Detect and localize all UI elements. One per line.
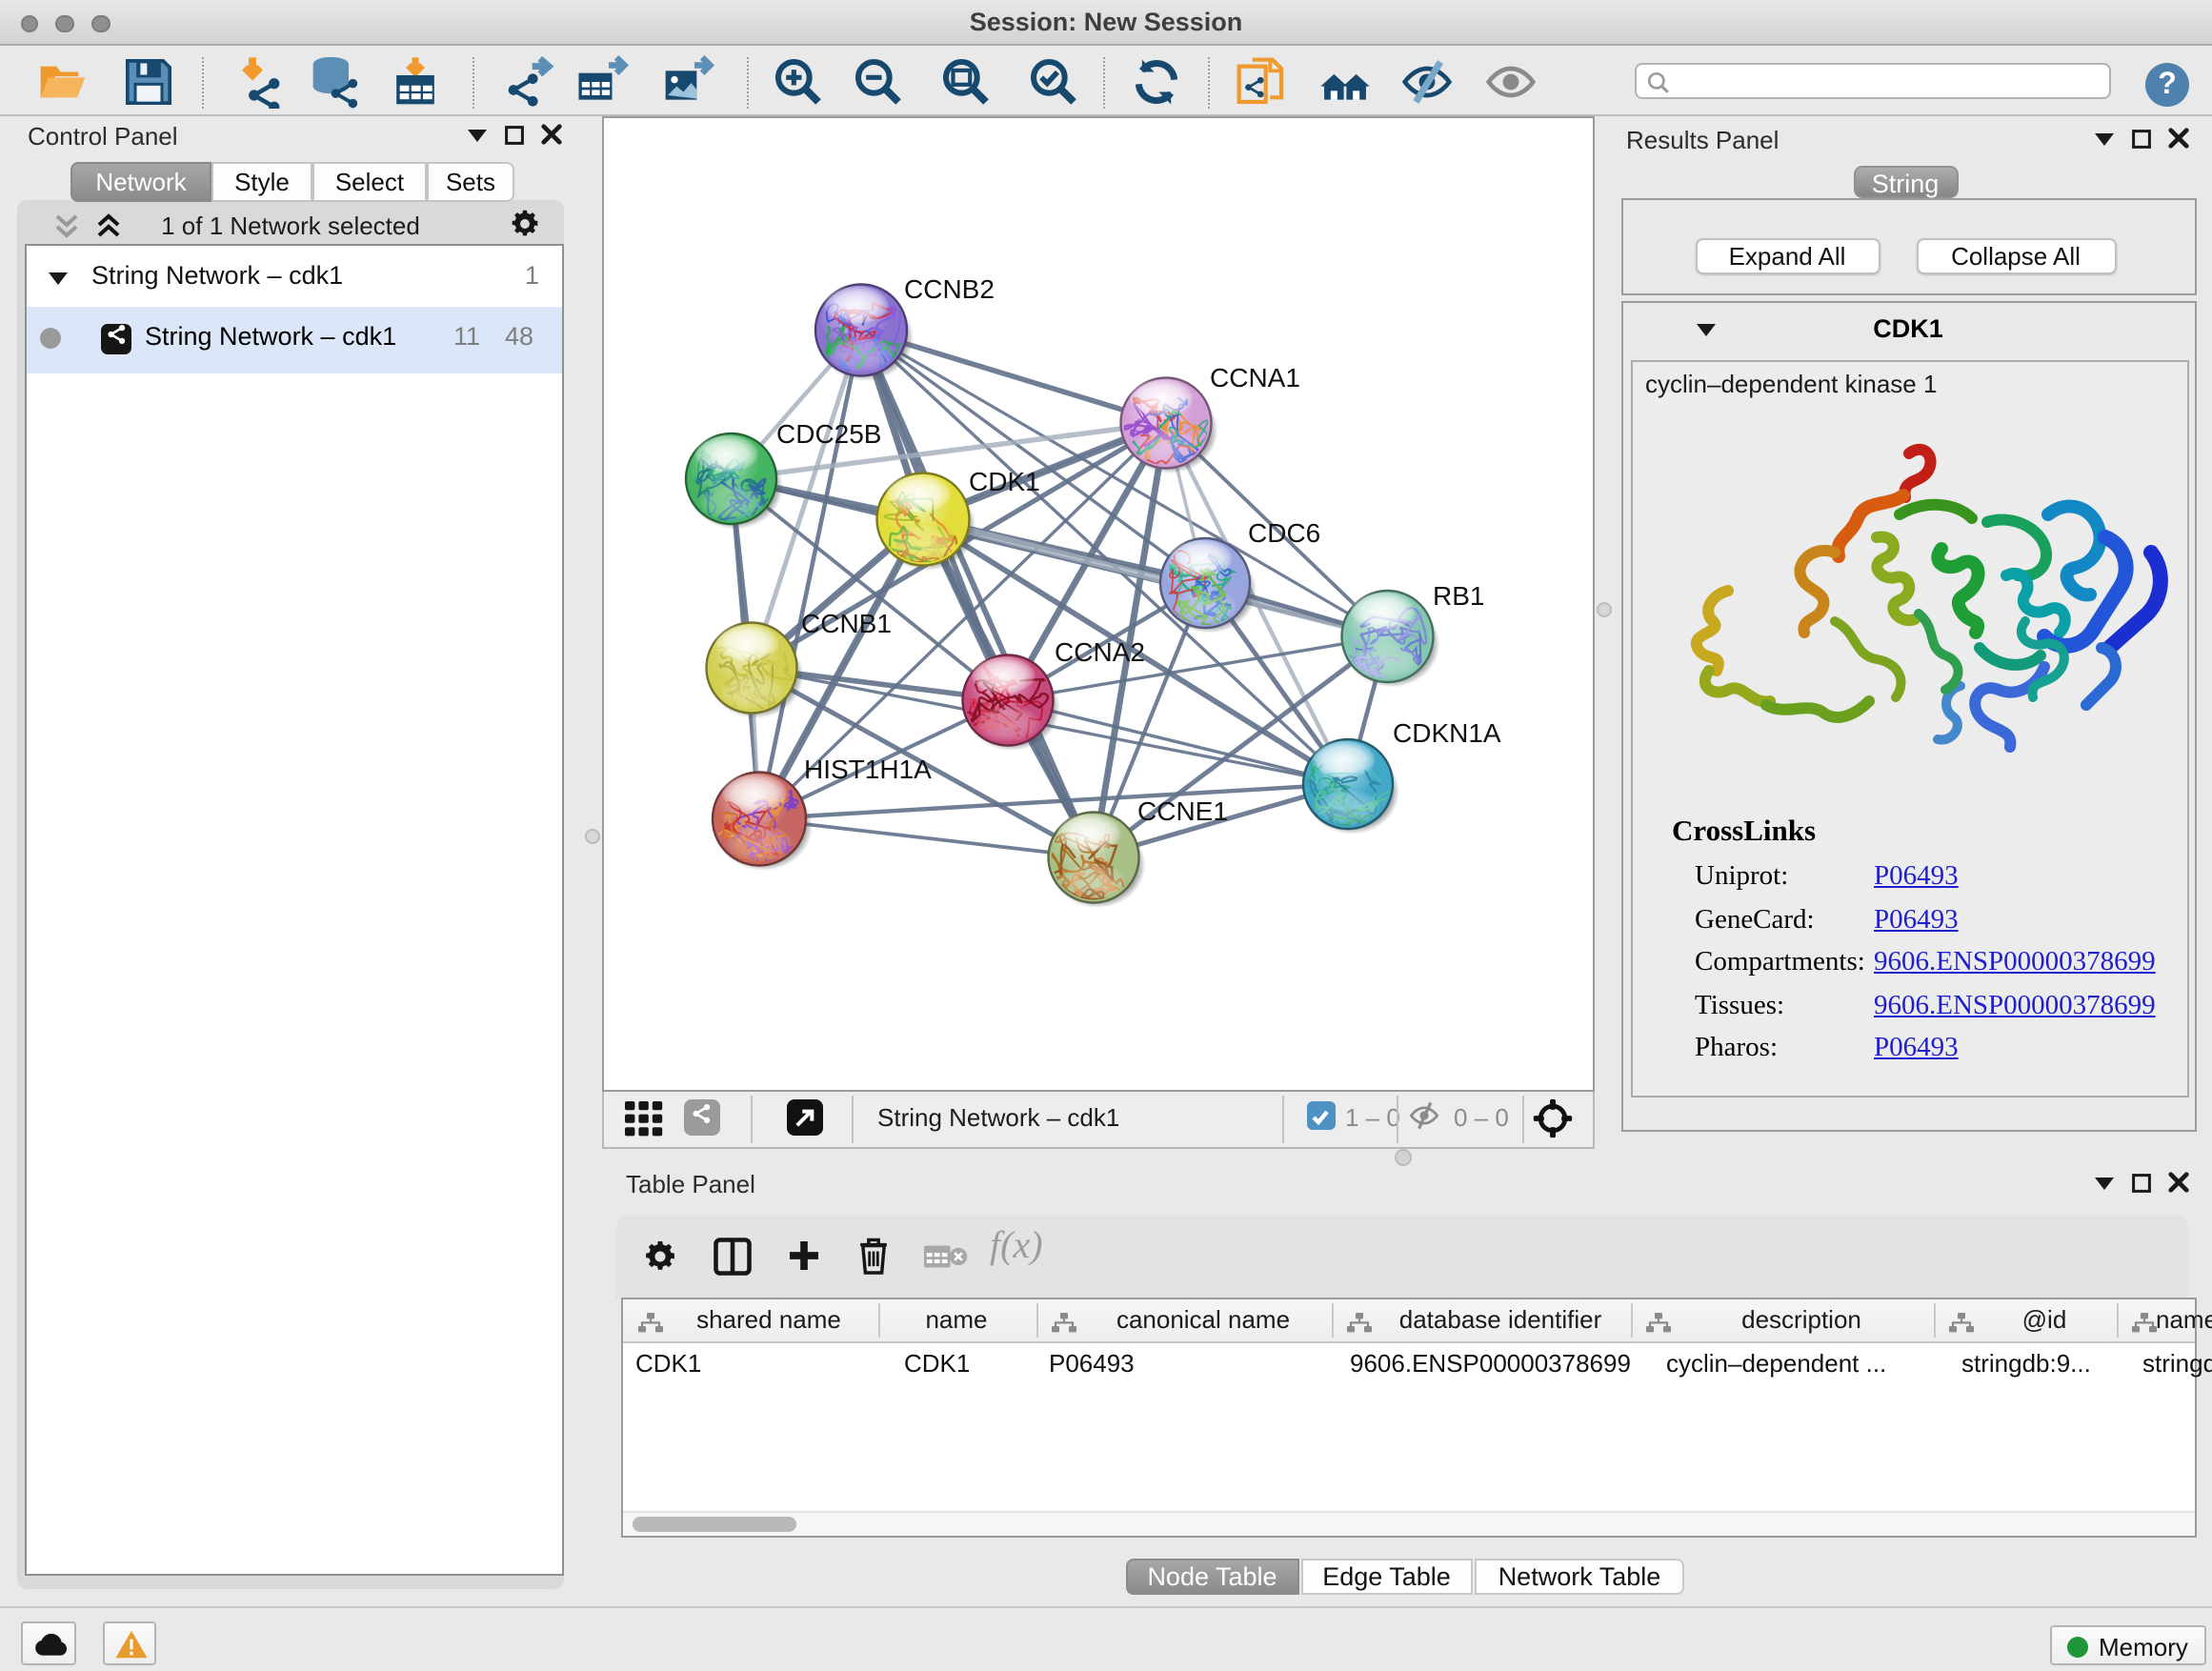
svg-text:HIST1H1A: HIST1H1A [804,755,932,784]
svg-text:CCNE1: CCNE1 [1137,796,1228,826]
svg-text:CDC25B: CDC25B [776,419,881,449]
svg-text:CDC6: CDC6 [1248,518,1320,548]
svg-text:CCNB2: CCNB2 [904,274,995,304]
svg-text:CDKN1A: CDKN1A [1393,718,1501,748]
svg-text:CCNB1: CCNB1 [801,609,892,638]
svg-text:CDK1: CDK1 [969,467,1040,496]
svg-text:CCNA2: CCNA2 [1055,637,1145,667]
svg-text:CCNA1: CCNA1 [1210,363,1300,393]
svg-text:RB1: RB1 [1433,581,1484,611]
